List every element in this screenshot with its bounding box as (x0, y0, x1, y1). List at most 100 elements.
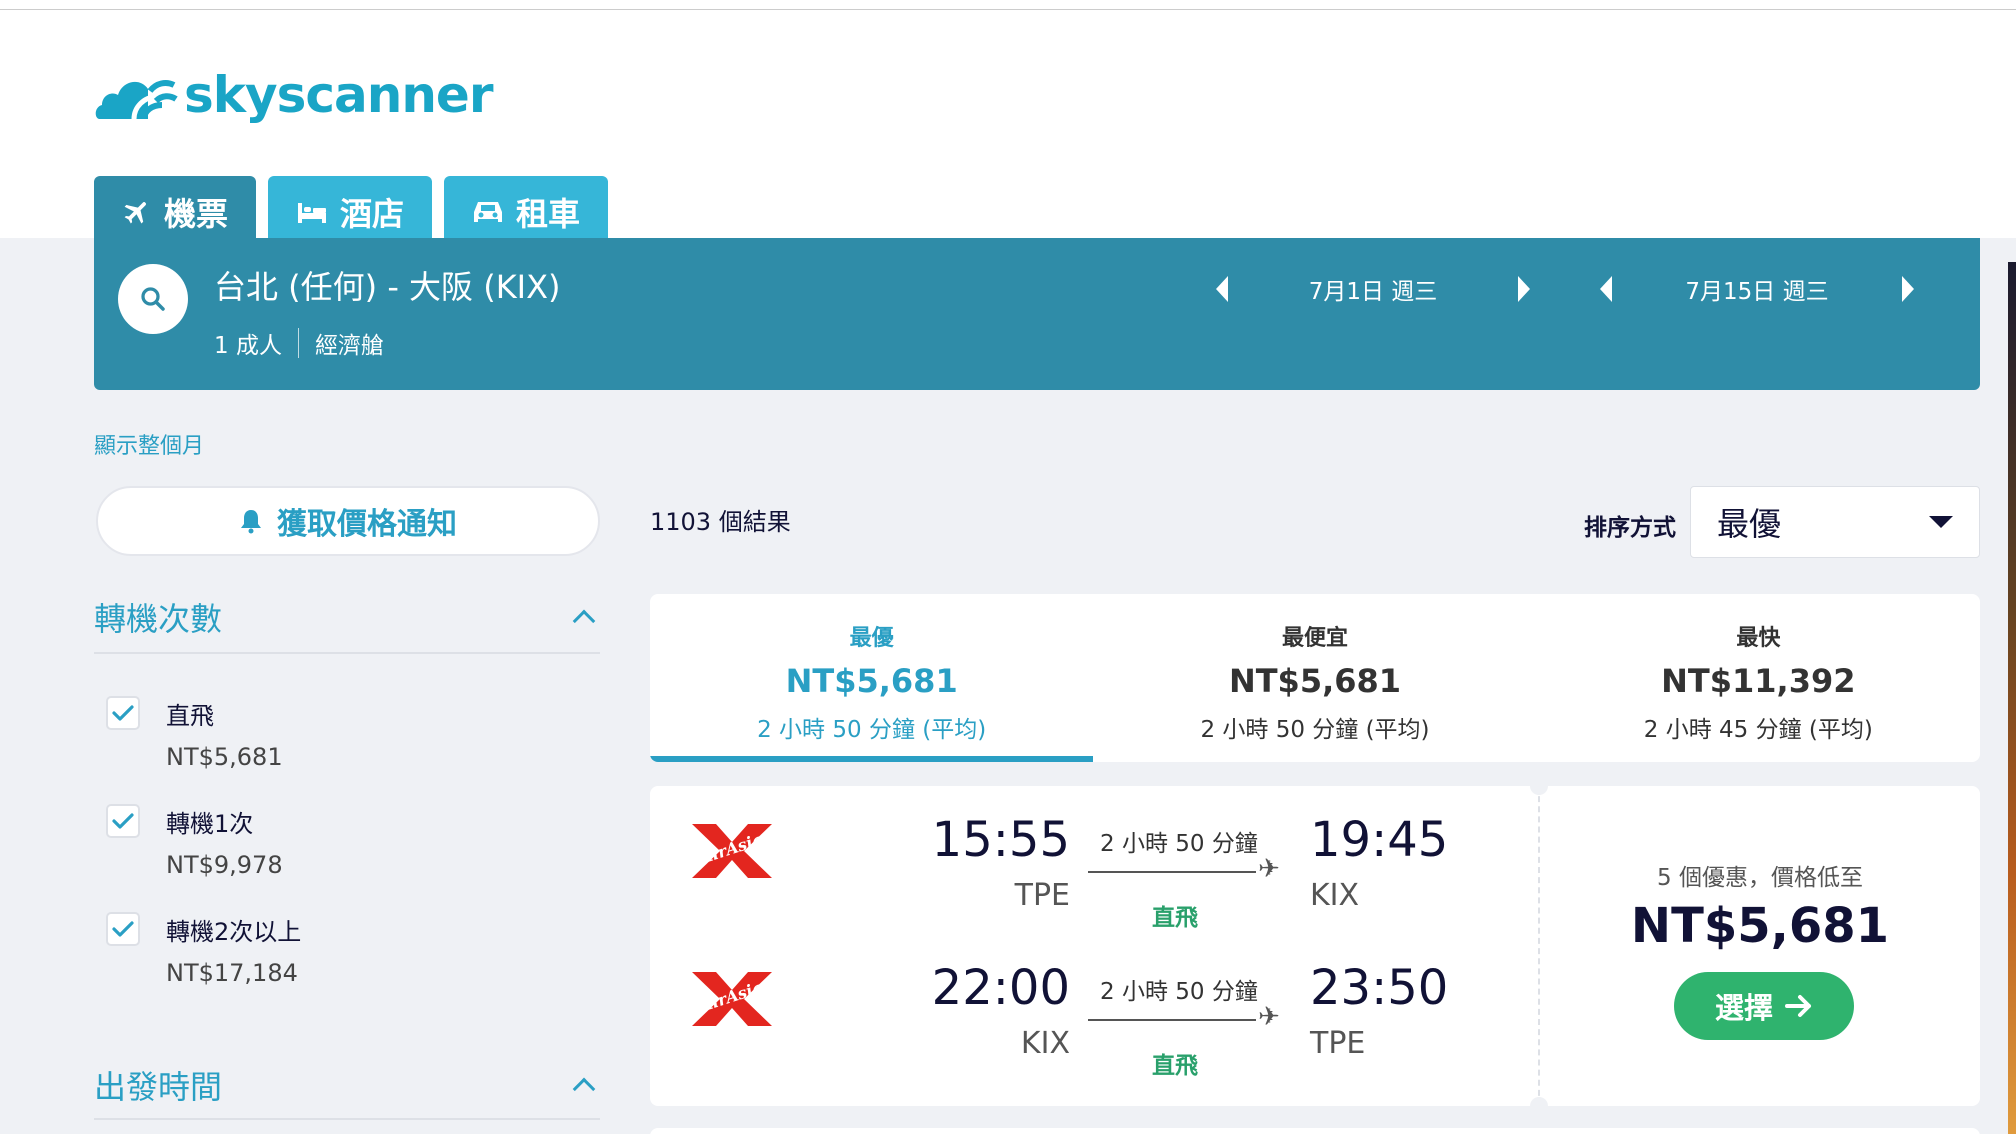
ticket-notch (1530, 1097, 1548, 1115)
depart-next-day-icon[interactable] (1518, 276, 1530, 302)
sort-tab-duration: 2 小時 50 分鐘 (平均) (757, 717, 987, 743)
sort-tab-duration: 2 小時 45 分鐘 (平均) (1643, 717, 1873, 743)
show-whole-month-link[interactable]: 顯示整個月 (94, 428, 204, 460)
select-flight-button[interactable]: 選擇 (1674, 972, 1854, 1040)
bell-icon (241, 510, 261, 534)
sort-summary-tabs: 最優 NT$5,681 2 小時 50 分鐘 (平均) 最便宜 NT$5,681… (650, 594, 1980, 762)
direct-checkbox[interactable] (106, 696, 140, 730)
sort-tab-title: 最便宜 (1281, 626, 1348, 651)
plane-icon: ✈ (1258, 854, 1280, 884)
next-result-card-peek (650, 1128, 1980, 1134)
leg-duration: 2 小時 50 分鐘 (1100, 979, 1258, 1005)
stops-filter-two-plus: 轉機2次以上 NT$17,184 (106, 912, 301, 987)
background-window-edge (2008, 262, 2016, 1134)
search-summary-bar[interactable]: 台北 (任何) - 大阪 (KIX) 1 成人 經濟艙 7月1日 週三 7月15… (94, 238, 1980, 390)
tab-flights-label: 機票 (164, 195, 229, 233)
chevron-up-icon[interactable] (572, 609, 596, 633)
stops-filter-direct: 直飛 NT$5,681 (106, 696, 283, 771)
stops-filter-title: 轉機次數 (94, 600, 223, 638)
arrival-time: 19:45 (1310, 812, 1449, 868)
depart-date[interactable]: 7月1日 週三 (1228, 272, 1518, 306)
sort-tab-fastest[interactable]: 最快 NT$11,392 2 小時 45 分鐘 (平均) (1537, 594, 1980, 762)
direct-price: NT$5,681 (166, 743, 283, 771)
airasia-logo-icon: AirAsia (692, 972, 772, 1026)
plane-icon: ✈ (1258, 1002, 1280, 1032)
depart-prev-day-icon[interactable] (1216, 276, 1228, 302)
two-plus-stops-price: NT$17,184 (166, 959, 298, 987)
search-button[interactable] (118, 264, 188, 334)
chevron-up-icon[interactable] (572, 1077, 596, 1101)
checkmark-icon (112, 921, 134, 937)
one-stop-price: NT$9,978 (166, 851, 283, 879)
outbound-leg: AirAsia 15:55 TPE 2 小時 50 分鐘 ✈ 直飛 19:45 … (650, 786, 1530, 936)
return-prev-day-icon[interactable] (1600, 276, 1612, 302)
arrow-right-icon (1785, 995, 1811, 1017)
bed-icon (298, 203, 327, 223)
return-leg: AirAsia 22:00 KIX 2 小時 50 分鐘 ✈ 直飛 23:50 … (650, 934, 1530, 1084)
price-alert-label: 獲取價格通知 (277, 507, 457, 542)
plane-icon (124, 202, 146, 224)
sort-tab-price: NT$5,681 (785, 662, 958, 700)
passenger-count: 1 成人 (214, 333, 282, 359)
return-date[interactable]: 7月15日 週三 (1612, 272, 1902, 306)
flight-result-card[interactable]: AirAsia 15:55 TPE 2 小時 50 分鐘 ✈ 直飛 19:45 … (650, 777, 1980, 1115)
return-next-day-icon[interactable] (1902, 276, 1914, 302)
sort-dropdown[interactable]: 最優 (1690, 486, 1980, 558)
departure-time: 22:00 (931, 960, 1070, 1016)
stops-filter-header[interactable]: 轉機次數 (94, 594, 600, 640)
price-alert-button[interactable]: 獲取價格通知 (96, 486, 600, 556)
caret-down-icon (1929, 516, 1953, 528)
departure-airport: TPE (1014, 878, 1070, 913)
arrival-time: 23:50 (1310, 960, 1449, 1016)
departure-time: 15:55 (931, 812, 1070, 868)
site-header: skyscanner 機票 酒店 租車 (0, 10, 2016, 248)
two-plus-stops-label: 轉機2次以上 (166, 918, 302, 946)
tab-car-hire-label: 租車 (516, 195, 581, 233)
one-stop-label: 轉機1次 (166, 810, 254, 838)
sort-tab-duration: 2 小時 50 分鐘 (平均) (1200, 717, 1430, 743)
sort-tab-price: NT$11,392 (1661, 662, 1856, 700)
stops-label: 直飛 (1152, 905, 1198, 931)
departure-time-filter-title: 出發時間 (94, 1068, 223, 1106)
arrival-airport: KIX (1310, 878, 1360, 913)
window-top-edge (0, 0, 2016, 10)
stops-label: 直飛 (1152, 1053, 1198, 1079)
leg-duration: 2 小時 50 分鐘 (1100, 831, 1258, 857)
sort-tab-best[interactable]: 最優 NT$5,681 2 小時 50 分鐘 (平均) (650, 594, 1094, 762)
ticket-notch (1530, 777, 1548, 795)
sort-tab-title: 最快 (1736, 626, 1781, 651)
cloud-logo-icon (95, 80, 178, 120)
search-icon (141, 287, 165, 311)
sort-tab-cheapest[interactable]: 最便宜 NT$5,681 2 小時 50 分鐘 (平均) (1093, 594, 1536, 762)
cabin-class: 經濟艙 (314, 333, 384, 359)
stops-filter-one-stop: 轉機1次 NT$9,978 (106, 804, 283, 879)
deals-count: 5 個優惠，價格低至 (1657, 865, 1863, 891)
brand-name: skyscanner (184, 66, 494, 124)
separator (297, 328, 299, 358)
sort-selected-value: 最優 (1717, 505, 1782, 543)
route-summary: 台北 (任何) - 大阪 (KIX) (214, 268, 561, 306)
tab-hotels-label: 酒店 (340, 195, 405, 233)
select-button-label: 選擇 (1714, 991, 1773, 1025)
passenger-summary: 1 成人 經濟艙 (214, 326, 384, 360)
divider (94, 1118, 600, 1120)
results-count: 1103 個結果 (650, 508, 791, 536)
depart-date-picker: 7月1日 週三 (1216, 272, 1530, 306)
route-line (1088, 1019, 1256, 1021)
route-line (1088, 871, 1256, 873)
sort-label: 排序方式 (1584, 515, 1676, 541)
departure-time-filter-header[interactable]: 出發時間 (94, 1062, 600, 1108)
flight-price: NT$5,681 (1630, 898, 1890, 954)
departure-airport: KIX (1020, 1026, 1070, 1061)
checkmark-icon (112, 813, 134, 829)
one-stop-checkbox[interactable] (106, 804, 140, 838)
arrival-airport: TPE (1310, 1026, 1366, 1061)
return-date-picker: 7月15日 週三 (1600, 272, 1914, 306)
airasia-logo-icon: AirAsia (692, 824, 772, 878)
car-icon (474, 202, 503, 222)
sort-tab-title: 最優 (849, 626, 894, 651)
sort-tab-price: NT$5,681 (1228, 662, 1402, 700)
skyscanner-logo[interactable]: skyscanner (94, 60, 494, 130)
checkmark-icon (112, 705, 134, 721)
two-plus-stops-checkbox[interactable] (106, 912, 140, 946)
